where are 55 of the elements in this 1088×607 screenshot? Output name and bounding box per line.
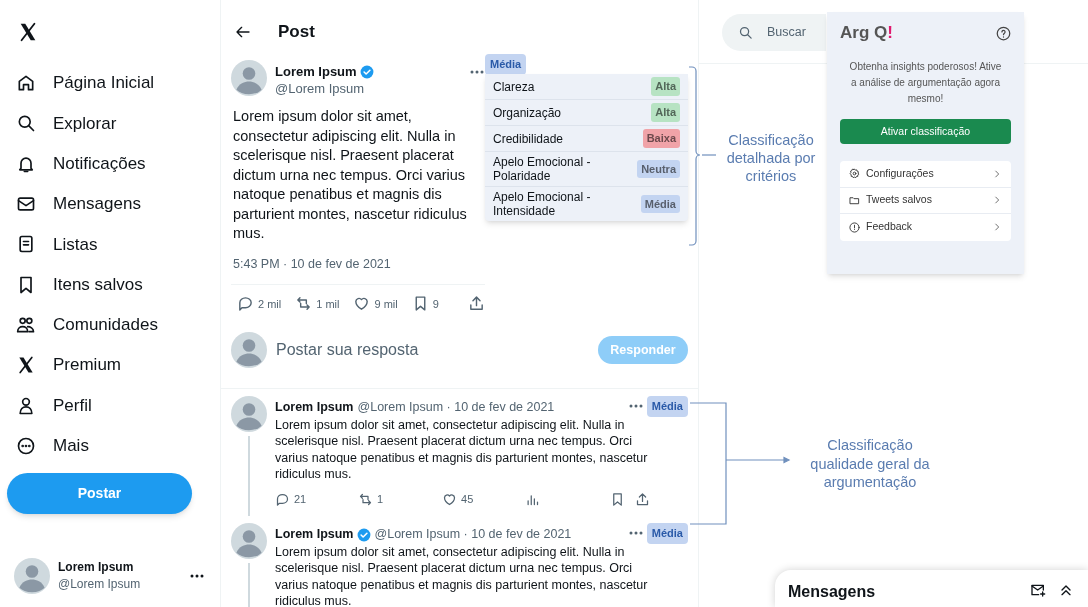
nav-link[interactable]: Comunidades bbox=[53, 312, 158, 338]
menu-item[interactable]: Feedback bbox=[840, 214, 1011, 241]
action-count: 1 mil bbox=[316, 296, 340, 312]
rating-badge: Média bbox=[646, 523, 688, 544]
criterion-label: Credibilidade bbox=[493, 131, 565, 146]
reply-meta: @Lorem Ipsum · 10 de fev de 2021 bbox=[357, 399, 555, 417]
dock-title: Mensagens bbox=[788, 582, 876, 602]
action-count: 9 bbox=[432, 296, 439, 312]
nav-link[interactable]: Premium bbox=[53, 352, 121, 378]
criterion-rating: Média bbox=[640, 194, 680, 214]
nav-link[interactable]: Itens salvos bbox=[53, 271, 143, 298]
criterion-label: Apelo Emocional - Intensidade bbox=[493, 190, 592, 218]
rating-badge: Média bbox=[485, 54, 527, 75]
reply-text: Lorem ipsum dolor sit amet, consectetur adipiscing elit. Nulla in scelerisque nisl. Praesent placerat dictum urna nec tempus. Orci varius natoque penatibus et magnis dis parturient montes, nascetur ridiculus mus. bbox=[275, 417, 649, 483]
extension-logo: Arg Q! bbox=[840, 22, 893, 44]
nav-link[interactable]: Mensagens bbox=[53, 191, 141, 217]
criterion-label: Organização bbox=[493, 105, 563, 120]
nav-link[interactable]: Listas bbox=[53, 231, 98, 258]
reply-input[interactable]: Postar sua resposta bbox=[276, 338, 598, 363]
nav-link[interactable]: Notificações bbox=[53, 151, 146, 177]
action-count: 9 mil bbox=[374, 296, 398, 312]
page-title: Post bbox=[278, 21, 315, 44]
reply-text: Lorem ipsum dolor sit amet, consectetur adipiscing elit. Nulla in scelerisque nisl. Praesent placerat dictum urna nec tempus. Orci varius natoque penatibus et magnis dis parturient montes, nascetur ridiculus mus. bbox=[275, 543, 649, 607]
nav-link[interactable]: Perfil bbox=[53, 392, 92, 419]
action-count: 21 bbox=[294, 491, 307, 507]
action-count: 2 mil bbox=[258, 296, 282, 312]
criterion-label: Apelo Emocional - Polaridade bbox=[493, 155, 592, 183]
nav-link[interactable]: Mais bbox=[53, 433, 89, 459]
search-field[interactable]: Buscar bbox=[722, 14, 826, 51]
action-count: 1 bbox=[377, 491, 384, 507]
criterion-rating: Neutra bbox=[637, 159, 680, 179]
author-name: Lorem Ipsum bbox=[275, 399, 354, 417]
reply-meta: @Lorem Ipsum · 10 de fev de 2021 bbox=[374, 526, 572, 544]
criterion-label: Clareza bbox=[493, 79, 536, 94]
extension-message: Obtenha insights poderosos! Ative a análise de argumentação agora mesmo! bbox=[848, 60, 1003, 106]
author-name: Lorem Ipsum bbox=[275, 63, 357, 80]
search-placeholder: Buscar bbox=[767, 24, 806, 42]
annotation-label: Classificação qualidade geral da argumentação bbox=[809, 436, 931, 492]
post-timestamp: 5:43 PM · 10 de fev de 2021 bbox=[233, 255, 392, 273]
action-count: 45 bbox=[461, 491, 474, 507]
criterion-rating: Baixa bbox=[642, 129, 680, 148]
account-handle: @Lorem Ipsum bbox=[58, 576, 141, 593]
menu-item[interactable]: Configurações bbox=[840, 161, 1011, 188]
menu-item[interactable]: Tweets salvos bbox=[840, 187, 1011, 214]
nav-link[interactable]: Página Inicial bbox=[53, 70, 155, 96]
account-name: Lorem Ipsum bbox=[58, 559, 135, 576]
nav-link[interactable]: Explorar bbox=[53, 110, 117, 137]
post-text: Lorem ipsum dolor sit amet, consectetur adipiscing elit. Nulla in scelerisque nisl. Praesent placerat dictum urna nec tempus. Orci varius natoque penatibus et magnis dis parturient montes, nascetur ridiculus mus. bbox=[233, 107, 468, 243]
activate-button[interactable]: Ativar classificação bbox=[840, 119, 1011, 144]
rating-badge: Média bbox=[646, 396, 688, 417]
annotation-label: Classificação detalhada por critérios bbox=[725, 131, 817, 185]
author-name: Lorem Ipsum bbox=[275, 526, 354, 544]
criterion-rating: Alta bbox=[651, 103, 680, 122]
author-handle: @Lorem Ipsum bbox=[275, 80, 366, 97]
criterion-rating: Alta bbox=[651, 77, 680, 96]
